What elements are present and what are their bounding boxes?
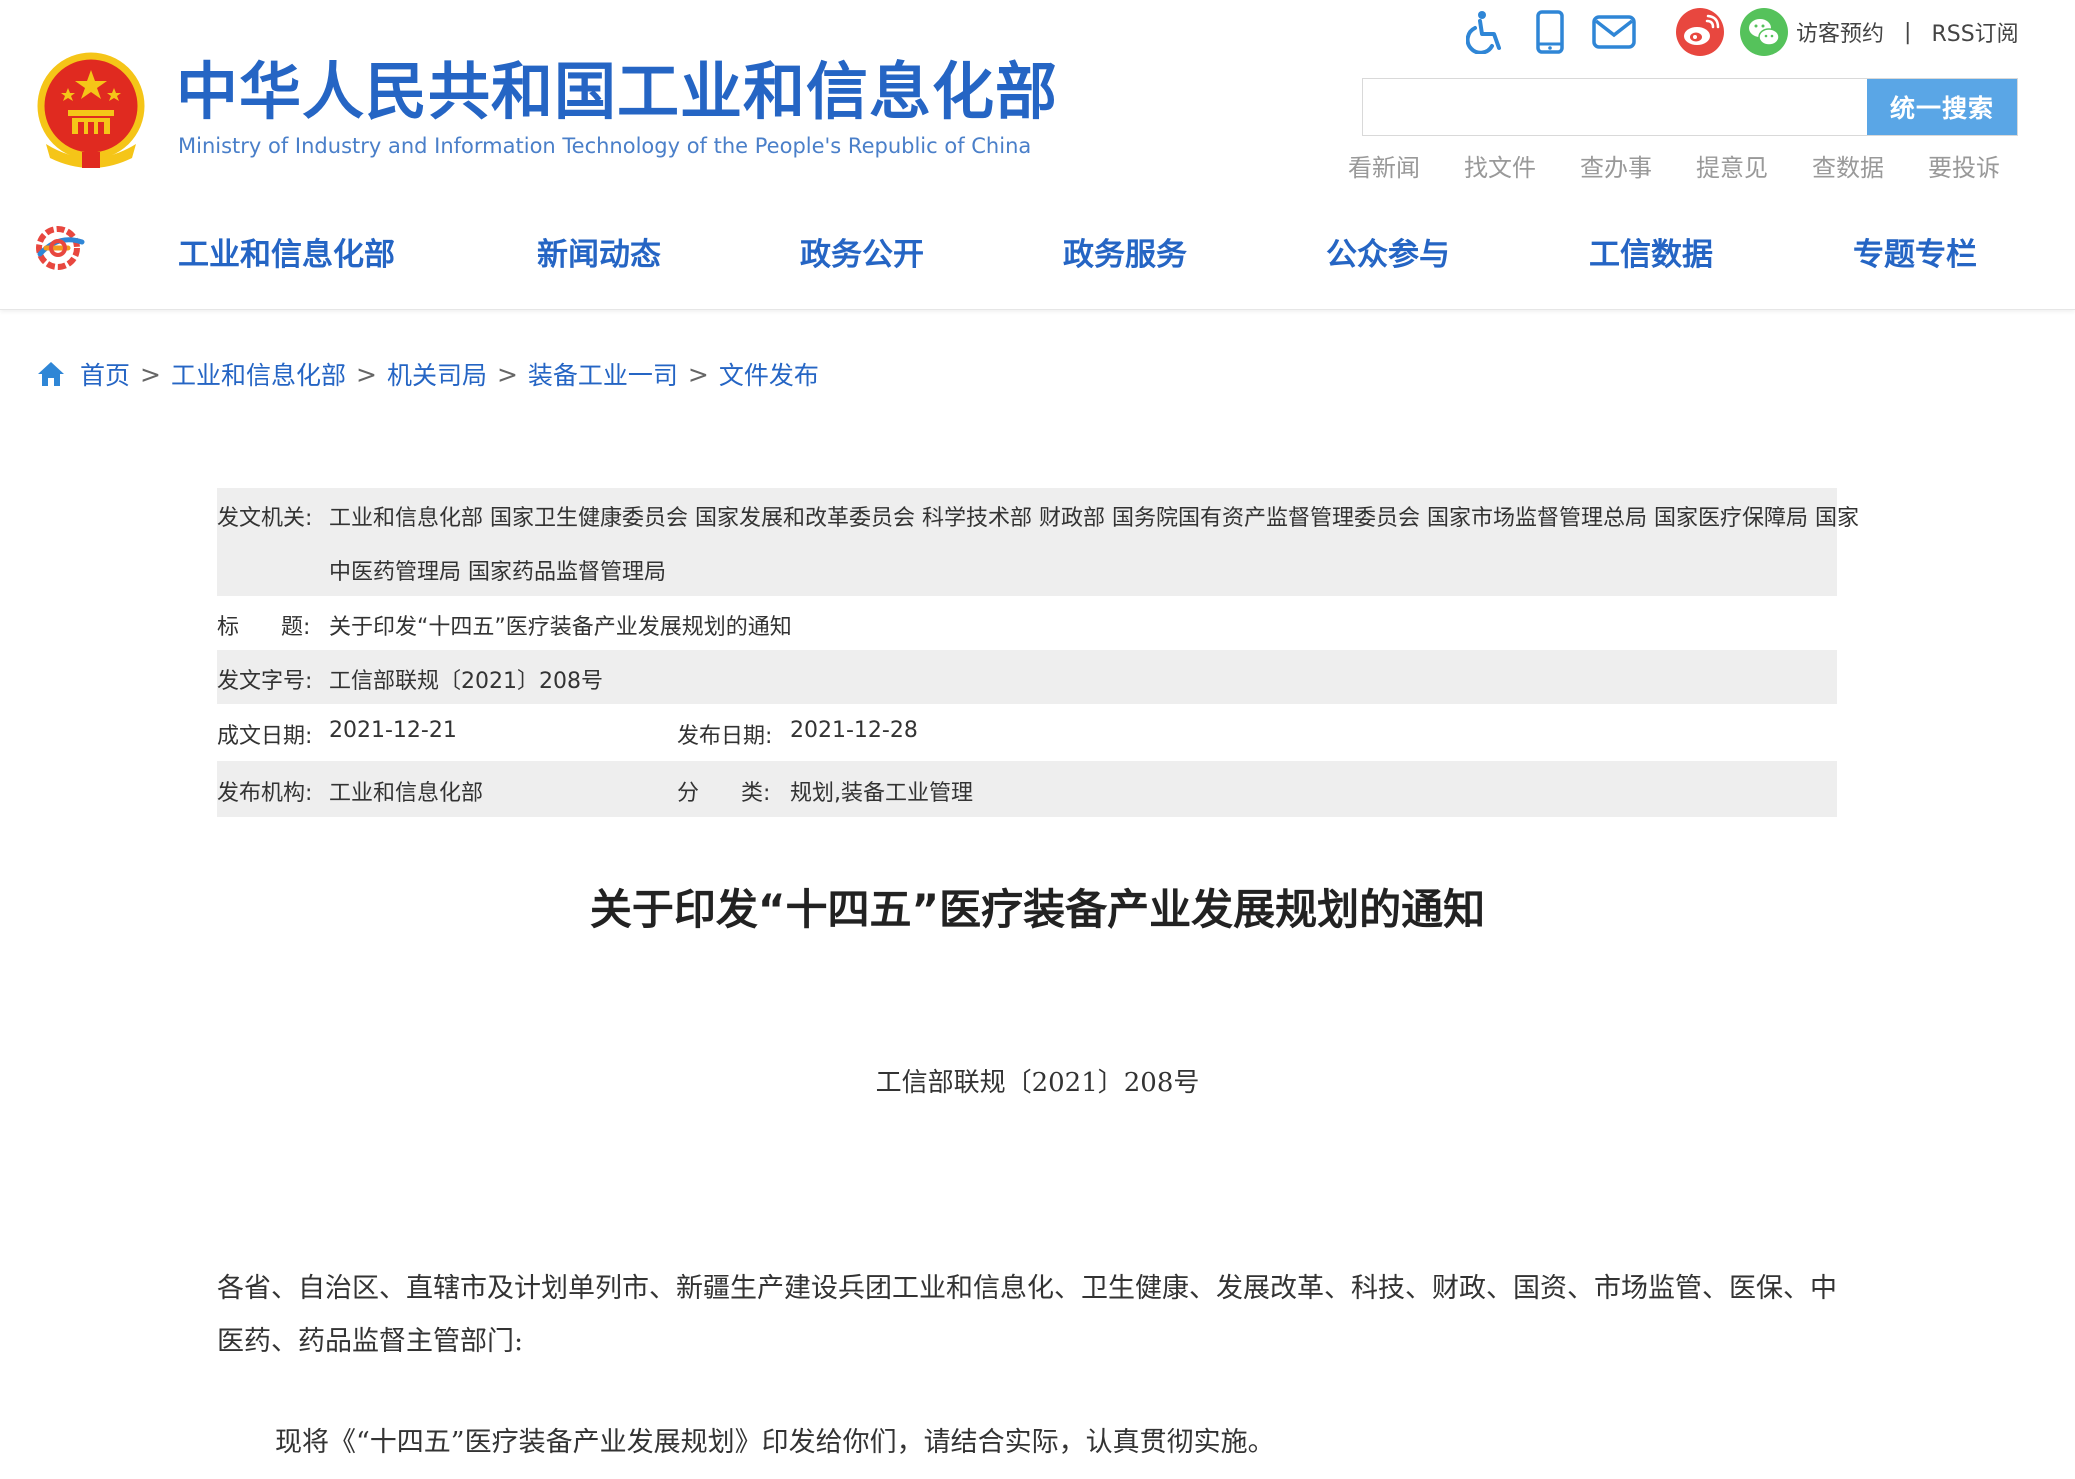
quick-link-data[interactable]: 查数据 <box>1812 148 1928 183</box>
search-input[interactable] <box>1363 79 1863 135</box>
search-button[interactable]: 统一搜索 <box>1867 79 2017 135</box>
breadcrumb-departments[interactable]: 机关司局 <box>387 356 487 392</box>
search-box: 统一搜索 <box>1362 78 2018 136</box>
meta-issuer-label: 发文机关: <box>217 506 313 531</box>
nav-item-data[interactable]: 工信数据 <box>1589 229 1853 274</box>
site-subtitle: Ministry of Industry and Information Tec… <box>178 134 1032 158</box>
wechat-icon[interactable] <box>1736 4 1792 60</box>
meta-row-title: 标 题: 关于印发“十四五”医疗装备产业发展规划的通知 <box>217 596 1837 650</box>
meta-title-label: 标 题: <box>217 615 311 640</box>
nav-item-miit[interactable]: 工业和信息化部 <box>178 229 537 274</box>
breadcrumb-separator: > <box>496 359 518 389</box>
meta-title-value: 关于印发“十四五”医疗装备产业发展规划的通知 <box>329 615 792 640</box>
meta-created-value: 2021-12-21 <box>329 718 457 743</box>
meta-row-dates: 成文日期: 2021-12-21 发布日期: 2021-12-28 <box>217 704 1837 761</box>
breadcrumb: 首页 > 工业和信息化部 > 机关司局 > 装备工业一司 > 文件发布 <box>36 354 819 394</box>
quick-link-suggestions[interactable]: 提意见 <box>1696 148 1812 183</box>
quick-link-news[interactable]: 看新闻 <box>1348 148 1464 183</box>
quick-links: 看新闻 找文件 查办事 提意见 查数据 要投诉 <box>1348 148 2044 183</box>
meta-category-value: 规划,装备工业管理 <box>790 781 973 806</box>
article-doc-number: 工信部联规〔2021〕208号 <box>875 1068 1200 1098</box>
home-icon[interactable] <box>36 359 66 389</box>
nav-item-topics[interactable]: 专题专栏 <box>1853 229 1977 274</box>
breadcrumb-home[interactable]: 首页 <box>80 356 130 392</box>
weibo-icon[interactable] <box>1672 4 1728 60</box>
main-nav: 工业和信息化部 新闻动态 政务公开 政务服务 公众参与 工信数据 专题专栏 <box>178 226 1977 276</box>
breadcrumb-separator: > <box>140 359 161 389</box>
mail-icon[interactable] <box>1586 4 1642 60</box>
nav-logo-icon[interactable] <box>32 224 86 272</box>
meta-published-value: 2021-12-28 <box>790 718 918 743</box>
nav-item-news[interactable]: 新闻动态 <box>537 229 800 274</box>
meta-category-label: 分 类: <box>677 781 771 806</box>
article-body-paragraph: 现将《“十四五”医疗装备产业发展规划》印发给你们，请结合实际，认真贯彻实施。 <box>275 1427 1275 1458</box>
meta-row-docno: 发文字号: 工信部联规〔2021〕208号 <box>217 650 1837 704</box>
site-header: 中华人民共和国工业和信息化部 Ministry of Industry and … <box>0 0 2075 310</box>
visitor-appointment-link[interactable]: 访客预约 <box>1796 16 1884 48</box>
nav-item-gov-services[interactable]: 政务服务 <box>1063 229 1326 274</box>
meta-row-issuer: 发文机关: 工业和信息化部 国家卫生健康委员会 国家发展和改革委员会 科学技术部… <box>217 488 1859 596</box>
quick-link-complaints[interactable]: 要投诉 <box>1928 148 2044 183</box>
nav-item-public-participation[interactable]: 公众参与 <box>1326 229 1589 274</box>
meta-published-label: 发布日期: <box>677 724 773 749</box>
rss-link[interactable]: RSS订阅 <box>1931 16 2018 48</box>
mobile-icon[interactable] <box>1522 4 1578 60</box>
top-icon-bar <box>1458 4 1800 60</box>
meta-org-label: 发布机构: <box>217 781 313 806</box>
top-links-separator: | <box>1904 19 1912 45</box>
article-addressee: 各省、自治区、直辖市及计划单列市、新疆生产建设兵团工业和信息化、卫生健康、发展改… <box>217 1273 1837 1357</box>
top-links: 访客预约 | RSS订阅 <box>1796 12 2019 52</box>
meta-row-org: 发布机构: 工业和信息化部 分 类: 规划,装备工业管理 <box>217 761 1837 817</box>
breadcrumb-miit[interactable]: 工业和信息化部 <box>171 356 346 392</box>
accessibility-icon[interactable] <box>1458 4 1514 60</box>
meta-docno-value: 工信部联规〔2021〕208号 <box>329 669 603 694</box>
meta-issuer-value-line1: 工业和信息化部 国家卫生健康委员会 国家发展和改革委员会 科学技术部 财政部 国… <box>329 506 1859 531</box>
meta-issuer-value-line2: 中医药管理局 国家药品监督管理局 <box>329 560 666 585</box>
quick-link-files[interactable]: 找文件 <box>1464 148 1580 183</box>
nav-item-gov-affairs[interactable]: 政务公开 <box>800 229 1063 274</box>
meta-docno-label: 发文字号: <box>217 669 313 694</box>
breadcrumb-separator: > <box>355 359 377 389</box>
breadcrumb-separator: > <box>687 359 709 389</box>
breadcrumb-equipment-dept[interactable]: 装备工业一司 <box>528 356 678 392</box>
national-emblem-logo[interactable] <box>32 48 150 170</box>
quick-link-services[interactable]: 查办事 <box>1580 148 1696 183</box>
article-title: 关于印发“十四五”医疗装备产业发展规划的通知 <box>589 885 1486 934</box>
meta-org-value: 工业和信息化部 <box>329 781 484 806</box>
site-title[interactable]: 中华人民共和国工业和信息化部 <box>176 56 1058 128</box>
breadcrumb-file-release[interactable]: 文件发布 <box>719 356 819 392</box>
document-metadata: 发文机关: 工业和信息化部 国家卫生健康委员会 国家发展和改革委员会 科学技术部… <box>217 488 1859 817</box>
meta-created-label: 成文日期: <box>217 724 313 749</box>
